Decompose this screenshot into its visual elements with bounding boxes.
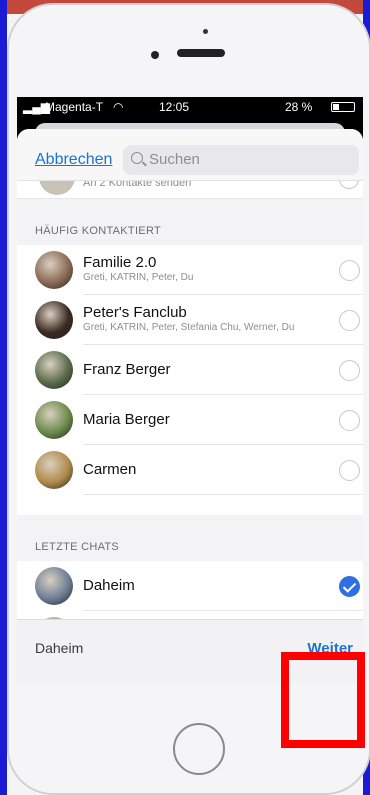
radio-checked[interactable] xyxy=(339,576,360,597)
search-icon xyxy=(131,152,143,164)
home-button[interactable] xyxy=(173,723,225,775)
contact-row[interactable]: Franz Berger xyxy=(17,345,363,395)
contact-name: Franz Berger xyxy=(83,361,171,378)
search-placeholder: Suchen xyxy=(149,151,200,168)
cancel-button[interactable]: Abbrechen xyxy=(35,151,112,169)
avatar xyxy=(35,567,73,605)
share-sheet: Abbrechen Suchen An 2 Kontakte senden HÄ… xyxy=(17,129,363,683)
radio-button[interactable] xyxy=(339,360,360,381)
contact-name: Daheim xyxy=(83,577,135,594)
proximity-sensor xyxy=(203,29,208,34)
contact-name: Peter's Fanclub xyxy=(83,304,187,321)
phone-screen: ▂▄▆ Magenta-T ◠ 12:05 28 % Abbrechen Suc… xyxy=(17,97,363,683)
contact-members: Greti, KATRIN, Peter, Du xyxy=(83,272,194,283)
contact-name: Familie 2.0 xyxy=(83,254,157,271)
radio-button[interactable] xyxy=(339,181,359,189)
radio-button[interactable] xyxy=(339,310,360,331)
contact-name: Maria Berger xyxy=(83,411,170,428)
partial-row-text: An 2 Kontakte senden xyxy=(83,181,192,189)
status-bar: ▂▄▆ Magenta-T ◠ 12:05 28 % xyxy=(17,97,363,117)
avatar xyxy=(35,351,73,389)
contact-row[interactable]: Carmen xyxy=(17,445,363,495)
avatar xyxy=(35,401,73,439)
earpiece-speaker xyxy=(177,49,225,57)
section-header: LETZTE CHATS xyxy=(17,515,363,561)
avatar xyxy=(35,451,73,489)
radio-button[interactable] xyxy=(339,410,360,431)
status-time: 12:05 xyxy=(159,100,190,114)
carrier-name: Magenta-T xyxy=(45,100,104,114)
search-input[interactable]: Suchen xyxy=(123,145,359,175)
avatar xyxy=(35,301,73,339)
section-header: HÄUFIG KONTAKTIERT xyxy=(17,199,363,245)
radio-button[interactable] xyxy=(339,260,360,281)
contact-row[interactable]: Familie 2.0 Greti, KATRIN, Peter, Du xyxy=(17,245,363,295)
wifi-icon: ◠ xyxy=(113,100,124,114)
highlight-box xyxy=(281,652,365,748)
radio-button[interactable] xyxy=(339,460,360,481)
avatar xyxy=(39,181,75,195)
share-navbar: Abbrechen Suchen xyxy=(17,129,363,181)
section-header-label: LETZTE CHATS xyxy=(35,541,120,553)
section-header-label: HÄUFIG KONTAKTIERT xyxy=(35,225,162,237)
contact-row[interactable]: Maria Berger xyxy=(17,395,363,445)
front-camera xyxy=(151,51,159,59)
selected-recipients: Daheim xyxy=(35,640,84,656)
contact-name: Carmen xyxy=(83,461,137,478)
battery-percent: 28 % xyxy=(285,100,313,114)
contact-row[interactable]: Peter's FanclubGreti, KATRIN, Peter, Ste… xyxy=(17,295,363,345)
frame-border-left xyxy=(0,0,7,795)
partial-row[interactable]: An 2 Kontakte senden xyxy=(17,181,363,199)
avatar xyxy=(35,251,73,289)
contact-members: Greti, KATRIN, Peter, Stefania Chu, Wern… xyxy=(83,322,295,333)
phone-top-bezel xyxy=(9,5,369,97)
battery-icon xyxy=(331,102,355,112)
contact-row[interactable]: Daheim xyxy=(17,561,363,611)
row-divider xyxy=(83,494,363,495)
